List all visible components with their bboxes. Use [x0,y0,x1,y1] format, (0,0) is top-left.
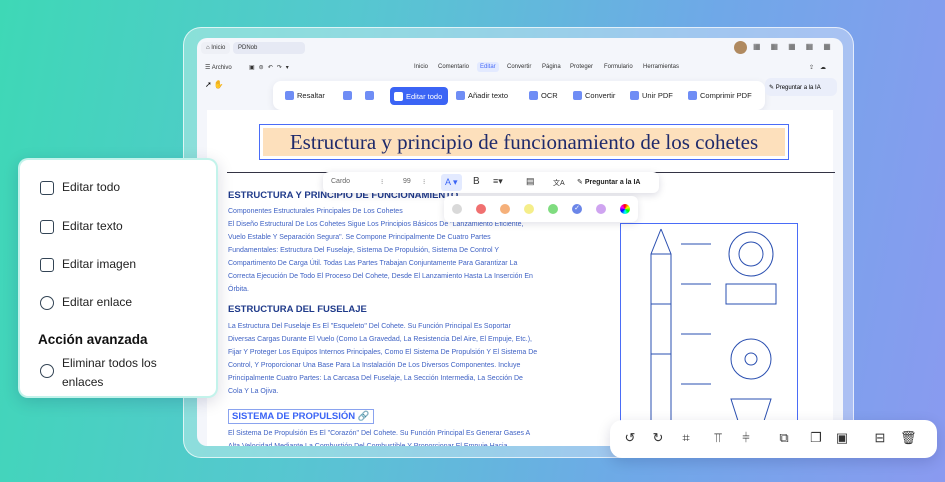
menu-convertir[interactable]: Convertir [507,64,531,70]
text-color-button[interactable]: A ▾ [441,174,462,191]
edit-all-button[interactable]: Editar todo [390,87,448,105]
copy-icon[interactable]: ❐ [808,430,824,446]
rotate-left-icon[interactable]: ↺ [622,430,638,446]
tab-bar: ⌂ Inicio PDNob ▦▦▦▦▦ [197,38,843,58]
font-icon[interactable]: ⁝ [381,178,383,186]
document-title: Estructura y principio de funcionamiento… [263,128,785,156]
quick-actions-icons[interactable]: ▣⊜↶↷▾ [249,64,293,71]
align-button[interactable]: ≡▾ [493,176,503,187]
unlink-icon [40,364,54,378]
crop-icon[interactable]: ⌗ [678,430,694,446]
edit-options-panel: Editar todo Editar texto Editar imagen E… [18,158,218,398]
avatar[interactable] [734,41,747,54]
image-icon [40,258,54,272]
select-hand-tools[interactable]: ➚ ✋ [205,80,224,89]
ask-ai-button[interactable]: ✎ Preguntar a la IA [765,78,837,96]
color-swatch[interactable] [524,204,534,214]
pen-icon[interactable] [343,91,355,100]
menu-inicio[interactable]: Inicio [414,64,428,70]
color-swatch[interactable] [476,204,486,214]
text-line: Principalmente Cuatro Partes: La Carcasa… [228,375,523,382]
menu-bar: ☰ Archivo ▣⊜↶↷▾ Inicio Comentario Editar… [197,60,843,76]
app-window: ⌂ Inicio PDNob ▦▦▦▦▦ ☰ Archivo ▣⊜↶↷▾ Ini… [197,38,843,446]
text-line: Correcta Ejecución De Todo El Proceso De… [228,273,533,280]
tab-document[interactable]: PDNob [233,42,305,54]
text-line: Cola Y La Ojiva. [228,388,279,395]
text-line: Alta Velocidad Mediante La Combustión De… [228,440,618,446]
delete-icon[interactable]: 🗑 [900,430,917,446]
pdf-page: Estructura y principio de funcionamiento… [207,110,835,446]
menu-formulario[interactable]: Formulario [604,64,633,70]
section-body: El Sistema De Propulsión Es El "Corazón"… [228,427,618,446]
edit-doc-icon [40,181,54,195]
section-heading: SISTEMA DE PROPULSIÓN [232,411,356,422]
color-swatch[interactable] [452,204,462,214]
text-box-icon [40,220,54,234]
menu-proteger[interactable]: Proteger [570,64,593,70]
color-swatch[interactable] [548,204,558,214]
rocket-blueprint-image[interactable] [620,223,798,446]
text-line: Compartimento De Carga Útil. Todas Las P… [228,260,518,267]
text-line: Órbita. [228,286,250,293]
replace-icon[interactable]: ⧉ [776,430,792,446]
line-spacing-button[interactable]: ▤ [526,176,535,187]
align-middle-icon[interactable]: ⫩ [738,430,754,446]
text-line: Vuelo Estable Y Separación Segura". Se C… [228,234,491,241]
font-size-select[interactable]: 99 [403,178,411,185]
format-ask-ai-button[interactable]: ✎ Preguntar a la IA [577,178,640,186]
text-line: Control, Y Proporcionar Una Base Para La… [228,362,521,369]
section-2[interactable]: ESTRUCTURA DEL FUSELAJE La Estructura De… [228,304,618,398]
text-line: La Estructura Del Fuselaje Es El "Esquel… [228,323,511,330]
menu-comentario[interactable]: Comentario [438,64,469,70]
rotate-right-icon[interactable]: ↻ [650,430,666,446]
color-palette: ✓ [444,196,638,222]
text-line: El Sistema De Propulsión Es El "Corazón"… [228,430,531,437]
text-format-toolbar: Cardo ⁝ 99 ⁝ A ▾ B ≡▾ ▤ 文A ✎ Preguntar a… [323,172,659,193]
link-icon[interactable]: 🔗 [358,411,370,422]
convert-button[interactable]: Convertir [573,91,615,100]
color-swatch[interactable] [596,204,606,214]
menu-pagina[interactable]: Página [542,64,561,70]
highlight-button[interactable]: Resaltar [285,91,325,100]
color-swatch[interactable] [620,204,630,214]
menu-herramientas[interactable]: Herramientas [643,64,679,70]
extract-icon[interactable]: ⊟ [872,430,888,446]
font-family-select[interactable]: Cardo [331,178,350,185]
ocr-button[interactable]: OCR [529,91,558,100]
section-3[interactable]: SISTEMA DE PROPULSIÓN 🔗 El Sistema De Pr… [228,406,618,446]
window-controls-icons[interactable]: ▦▦▦▦▦ [753,42,841,51]
section-body: La Estructura Del Fuselaje Es El "Esquel… [228,320,618,398]
file-menu[interactable]: ☰ Archivo [205,64,232,71]
eraser-icon[interactable] [365,91,377,100]
text-line: Fijar Y Proteger Los Equipos Internos Pr… [228,349,538,356]
add-text-button[interactable]: Añadir texto [456,91,508,100]
color-swatch[interactable]: ✓ [572,204,582,214]
color-swatch[interactable] [500,204,510,214]
document-title-box[interactable]: Estructura y principio de funcionamiento… [259,124,789,160]
size-icon[interactable]: ⁝ [423,178,425,186]
translate-icon[interactable]: 文A [553,178,565,188]
compress-pdf-button[interactable]: Comprimir PDF [688,91,752,100]
bold-button[interactable]: B [473,176,480,187]
link-icon [40,296,54,310]
menu-editar[interactable]: Editar [477,62,499,72]
text-line: Fundamentales: Estructura Del Fuselaje, … [228,247,500,254]
save-icon[interactable]: ▣ [834,430,850,446]
tab-home[interactable]: ⌂ Inicio [201,42,231,54]
align-top-icon[interactable]: ⫪ [710,430,726,446]
edit-ribbon: Resaltar Editar todo Añadir texto OCR Co… [273,81,765,110]
text-line: Diversas Cargas Durante El Vuelo (Como L… [228,336,532,343]
section-heading: ESTRUCTURA DEL FUSELAJE [228,304,367,315]
rocket-drawing [650,228,777,446]
tab-label: PDNob [238,45,258,51]
advanced-action-heading: Acción avanzada [38,332,148,347]
tab-label: Inicio [211,45,226,51]
image-toolbar: ↺ ↻ ⌗ ⫪ ⫩ ⧉ ❐ ▣ ⊟ 🗑 [610,420,937,458]
share-cloud-icons[interactable]: ⇪☁ [809,64,832,71]
merge-pdf-button[interactable]: Unir PDF [630,91,673,100]
